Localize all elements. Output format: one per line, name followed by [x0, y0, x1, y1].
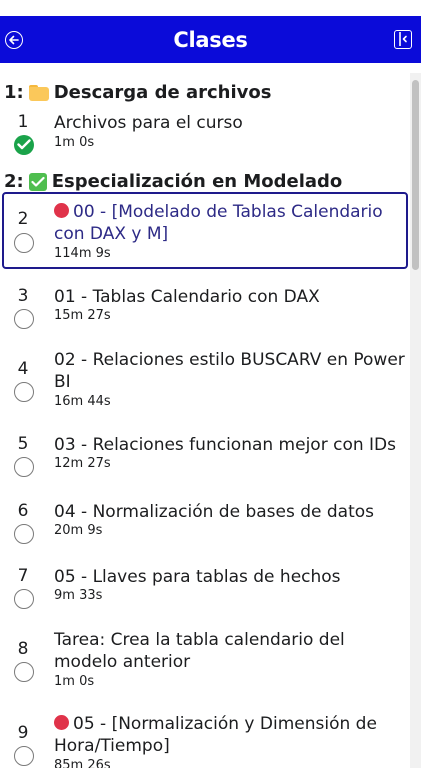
- incomplete-circle-icon[interactable]: [14, 524, 34, 544]
- checkbox-icon: [28, 172, 47, 191]
- lecture-title: 05 - Llaves para tablas de hechos: [54, 567, 341, 587]
- section-number: 1:: [4, 82, 24, 103]
- back-arrow-icon[interactable]: [5, 31, 23, 49]
- incomplete-circle-icon[interactable]: [14, 589, 34, 609]
- lecture-index: 5: [17, 434, 29, 454]
- folder-icon: [28, 84, 49, 101]
- section-header-1[interactable]: 1: Descarga de archivos: [4, 82, 271, 103]
- lecture-index: 6: [17, 501, 29, 521]
- section-title: Especialización en Modelado: [51, 171, 343, 192]
- lecture-item-9[interactable]: 9 05 - [Normalización y Dimensión de Hor…: [0, 713, 410, 768]
- header-title: Clases: [173, 27, 248, 52]
- section-header-2[interactable]: 2: Especialización en Modelado: [4, 171, 342, 192]
- lecture-duration: 20m 9s: [54, 523, 103, 538]
- scrollbar-thumb[interactable]: [412, 80, 419, 270]
- lecture-duration: 1m 0s: [54, 135, 95, 150]
- lecture-duration: 85m 26s: [54, 758, 111, 768]
- lecture-title: 03 - Relaciones funcionan mejor con IDs: [54, 435, 396, 455]
- course-header: Clases: [0, 16, 421, 63]
- lecture-duration: 16m 44s: [54, 394, 111, 409]
- lecture-duration: 114m 9s: [54, 246, 111, 261]
- lecture-duration: 12m 27s: [54, 456, 111, 471]
- lecture-title: 04 - Normalización de bases de datos: [54, 502, 375, 522]
- lecture-index: 1: [17, 112, 29, 132]
- lecture-index: 9: [17, 723, 29, 743]
- curriculum-list: 1: Descarga de archivos 1 Archivos para …: [0, 73, 410, 768]
- lecture-title: 01 - Tablas Calendario con DAX: [54, 287, 320, 307]
- section-number: 2:: [4, 171, 24, 192]
- lecture-title: Archivos para el curso: [54, 113, 243, 133]
- lecture-index: 4: [17, 359, 29, 379]
- incomplete-circle-icon[interactable]: [14, 382, 34, 402]
- lecture-index: 7: [17, 566, 29, 586]
- lecture-duration: 9m 33s: [54, 588, 103, 603]
- lecture-index: 2: [17, 209, 29, 229]
- lecture-item-2[interactable]: 2 00 - [Modelado de Tablas Calendario co…: [0, 201, 410, 263]
- lecture-title: 02 - Relaciones estilo BUSCARV en Power …: [54, 350, 405, 392]
- live-dot-icon: [54, 715, 69, 730]
- lecture-title: 05 - [Normalización y Dimensión de Hora/…: [54, 714, 377, 756]
- lecture-item-8[interactable]: 8 Tarea: Crea la tabla calendario del mo…: [0, 629, 410, 691]
- scrollbar[interactable]: [410, 73, 421, 768]
- collapse-sidebar-icon[interactable]: [394, 30, 412, 49]
- lecture-item-1[interactable]: 1 Archivos para el curso 1m 0s: [0, 112, 410, 155]
- lecture-item-7[interactable]: 7 05 - Llaves para tablas de hechos 9m 3…: [0, 566, 410, 609]
- lecture-item-6[interactable]: 6 04 - Normalización de bases de datos 2…: [0, 501, 410, 544]
- lecture-index: 3: [17, 286, 29, 306]
- incomplete-circle-icon[interactable]: [14, 233, 34, 253]
- lecture-title: 00 - [Modelado de Tablas Calendario con …: [54, 202, 383, 244]
- completed-check-icon[interactable]: [14, 135, 34, 155]
- lecture-item-4[interactable]: 4 02 - Relaciones estilo BUSCARV en Powe…: [0, 349, 410, 411]
- lecture-title: Tarea: Crea la tabla calendario del mode…: [54, 630, 345, 672]
- lecture-duration: 1m 0s: [54, 674, 95, 689]
- incomplete-circle-icon[interactable]: [14, 662, 34, 682]
- live-dot-icon: [54, 203, 69, 218]
- lecture-item-5[interactable]: 5 03 - Relaciones funcionan mejor con ID…: [0, 434, 410, 477]
- incomplete-circle-icon[interactable]: [14, 309, 34, 329]
- lecture-item-3[interactable]: 3 01 - Tablas Calendario con DAX 15m 27s: [0, 286, 410, 329]
- lecture-index: 8: [17, 639, 29, 659]
- lecture-duration: 15m 27s: [54, 308, 111, 323]
- incomplete-circle-icon[interactable]: [14, 746, 34, 766]
- section-title: Descarga de archivos: [53, 82, 272, 103]
- incomplete-circle-icon[interactable]: [14, 457, 34, 477]
